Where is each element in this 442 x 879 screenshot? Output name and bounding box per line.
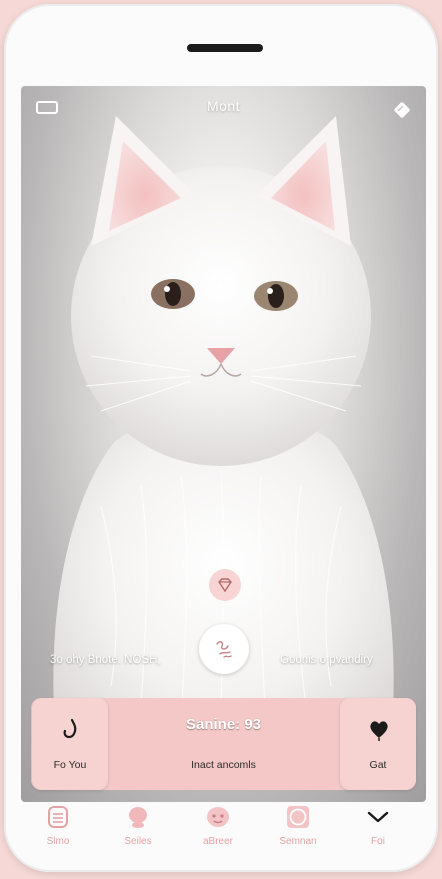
gem-icon (218, 578, 232, 592)
tag-icon[interactable] (392, 100, 412, 120)
for-you-button[interactable]: Fo You (32, 698, 108, 790)
tab-label: Slmo (46, 836, 70, 847)
info-card: Sanine: 93 Inact ancomls Fo You Gat (31, 698, 416, 790)
circle-square-icon (287, 806, 309, 828)
caption-left: 3o ohy Bnote. NOSH, (50, 654, 161, 666)
tab-abreer[interactable]: aBreer (178, 800, 258, 856)
for-you-label: Fo You (53, 759, 87, 771)
get-button[interactable]: Gat (340, 698, 416, 790)
bottom-tab-bar: Slmo Seiles aBreer Semnan Foi (18, 800, 423, 856)
tab-label: Semnan (279, 836, 317, 847)
tab-seiles[interactable]: Seiles (98, 800, 178, 856)
tab-semnan[interactable]: Semnan (258, 800, 338, 856)
cat-icon (129, 807, 147, 828)
app-screen: Mont 3o ohy Bnote. NOSH, Goonis o pvandi… (21, 86, 426, 802)
tab-foi[interactable]: Foi (338, 800, 418, 856)
paw-scribble-icon (216, 641, 232, 658)
caption-right: Goonis o pvandiry (280, 654, 373, 666)
chevron-down-icon (367, 811, 389, 823)
tab-label: Seiles (124, 836, 152, 847)
tab-label: Foi (371, 836, 385, 847)
main-action-button[interactable] (199, 624, 249, 674)
phone-speaker (187, 44, 263, 52)
page-title: Mont (206, 98, 241, 114)
heart-icon (370, 721, 388, 741)
phone-frame: Mont 3o ohy Bnote. NOSH, Goonis o pvandi… (4, 4, 438, 872)
tab-label: aBreer (202, 836, 233, 847)
gem-button[interactable] (209, 569, 241, 601)
get-label: Gat (369, 759, 387, 771)
tab-slmo[interactable]: Slmo (18, 800, 98, 856)
face-icon (207, 807, 229, 827)
list-icon (48, 806, 68, 828)
cat-photo (53, 116, 394, 786)
hook-icon (63, 718, 77, 739)
